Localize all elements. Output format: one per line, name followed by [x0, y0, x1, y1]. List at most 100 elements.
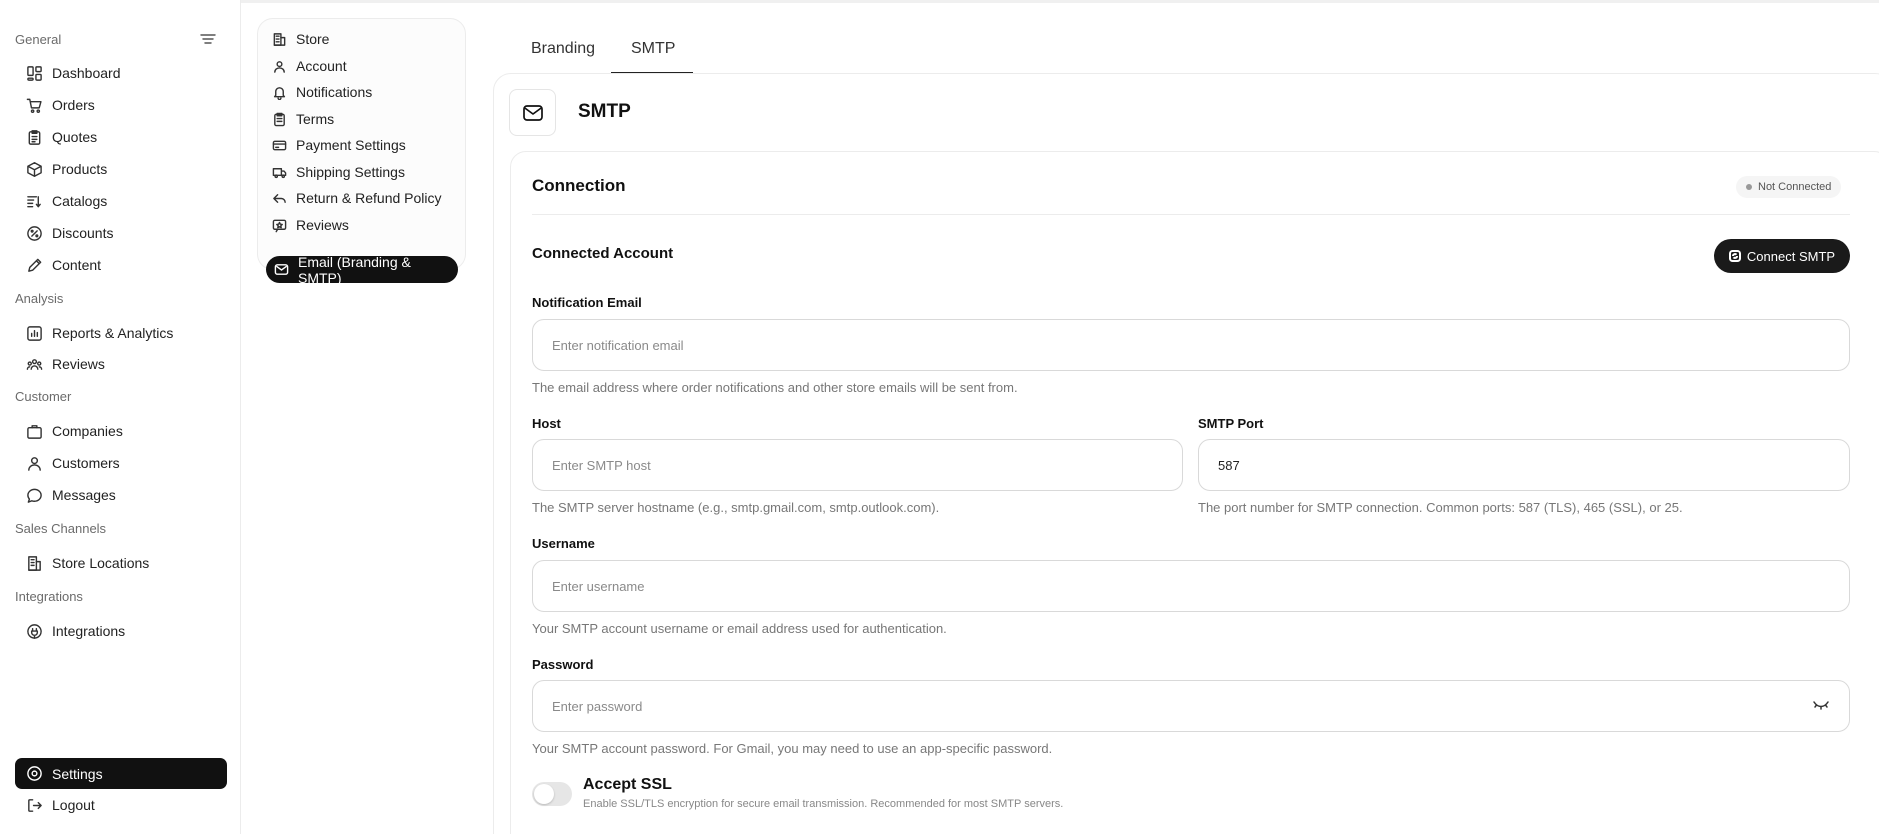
submenu-label: Return & Refund Policy: [296, 190, 442, 206]
submenu-item-shipping[interactable]: Shipping Settings: [272, 161, 405, 183]
pencil-icon: [25, 256, 43, 274]
main-sidebar: General Dashboard Orders Quotes Products…: [0, 0, 241, 834]
notification-email-label: Notification Email: [532, 295, 642, 310]
submenu-label: Account: [296, 58, 347, 74]
sidebar-item-settings[interactable]: Settings: [15, 758, 227, 789]
submenu-label: Payment Settings: [296, 137, 406, 153]
user-icon: [25, 454, 43, 472]
truck-icon: [272, 165, 287, 180]
group-integrations-label: Integrations: [15, 589, 83, 604]
submenu-label: Shipping Settings: [296, 164, 405, 180]
sidebar-item-label: Settings: [52, 765, 103, 782]
store-building-icon: [272, 32, 287, 47]
mail-icon: [274, 262, 289, 277]
username-input[interactable]: [532, 560, 1850, 612]
sidebar-item-content[interactable]: Content: [25, 253, 225, 277]
sidebar-item-label: Content: [52, 257, 102, 273]
submenu-item-reviews[interactable]: Reviews: [272, 214, 349, 236]
users-star-icon: [25, 355, 43, 373]
tab-branding[interactable]: Branding: [531, 40, 595, 58]
refresh-icon: [1728, 250, 1741, 262]
sidebar-item-customers[interactable]: Customers: [25, 451, 225, 475]
bell-icon: [272, 85, 287, 100]
sidebar-item-reviews[interactable]: Reviews: [25, 352, 225, 376]
submenu-item-payment[interactable]: Payment Settings: [272, 134, 406, 156]
sidebar-item-label: Store Locations: [52, 555, 150, 571]
clipboard-icon: [272, 112, 287, 127]
sidebar-item-companies[interactable]: Companies: [25, 419, 225, 443]
port-input[interactable]: [1198, 439, 1850, 491]
group-general-label: General: [15, 32, 62, 47]
status-dot-icon: [1746, 184, 1752, 190]
sidebar-item-dashboard[interactable]: Dashboard: [25, 61, 225, 85]
sidebar-item-label: Messages: [52, 487, 116, 503]
port-help: The port number for SMTP connection. Com…: [1198, 500, 1683, 515]
password-input[interactable]: [532, 680, 1850, 732]
sidebar-item-label: Discounts: [52, 225, 114, 241]
sidebar-item-integrations[interactable]: Integrations: [25, 619, 225, 643]
host-help: The SMTP server hostname (e.g., smtp.gma…: [532, 500, 940, 515]
sidebar-item-reports[interactable]: Reports & Analytics: [25, 321, 225, 345]
sidebar-toggle-icon[interactable]: [199, 32, 217, 46]
notification-email-help: The email address where order notificati…: [532, 380, 1018, 395]
clipboard-icon: [25, 128, 43, 146]
sidebar-item-logout[interactable]: Logout: [25, 793, 225, 817]
settings-icon: [26, 765, 43, 782]
review-star-icon: [272, 218, 287, 233]
username-help: Your SMTP account username or email addr…: [532, 621, 947, 636]
submenu-label: Email (Branding & SMTP): [298, 253, 411, 286]
submenu-item-email[interactable]: Email (Branding & SMTP): [266, 253, 458, 286]
sidebar-item-messages[interactable]: Messages: [25, 483, 225, 507]
connection-title: Connection: [532, 176, 626, 195]
tab-smtp[interactable]: SMTP: [631, 40, 675, 58]
submenu-label: Store: [296, 31, 330, 47]
chart-icon: [25, 324, 43, 342]
host-input[interactable]: [532, 439, 1183, 491]
group-analysis-label: Analysis: [15, 291, 64, 306]
sidebar-item-label: Logout: [52, 797, 95, 813]
accept-ssl-toggle[interactable]: [532, 782, 572, 806]
eye-closed-icon[interactable]: [1812, 698, 1830, 710]
connect-smtp-label: Connect SMTP: [1746, 248, 1836, 264]
discount-icon: [25, 224, 43, 242]
group-customer-label: Customer: [15, 389, 72, 404]
sidebar-item-label: Products: [52, 161, 108, 177]
connect-smtp-button[interactable]: Connect SMTP: [1714, 239, 1850, 273]
connected-account-title: Connected Account: [532, 245, 674, 262]
sidebar-item-catalogs[interactable]: Catalogs: [25, 189, 225, 213]
user-icon: [272, 59, 287, 74]
sidebar-item-orders[interactable]: Orders: [25, 93, 225, 117]
cart-icon: [25, 96, 43, 114]
sidebar-item-products[interactable]: Products: [25, 157, 225, 181]
status-text: Not Connected: [1758, 181, 1832, 193]
logout-icon: [25, 796, 43, 814]
page-title: SMTP: [578, 101, 631, 122]
sidebar-item-label: Reports & Analytics: [52, 325, 174, 341]
notification-email-input[interactable]: [532, 319, 1850, 371]
briefcase-icon: [25, 422, 43, 440]
sidebar-item-label: Orders: [52, 97, 95, 113]
accept-ssl-label: Accept SSL: [583, 776, 672, 793]
submenu-item-account[interactable]: Account: [272, 55, 347, 77]
divider: [532, 214, 1850, 215]
host-label: Host: [532, 416, 561, 431]
submenu-item-refund[interactable]: Return & Refund Policy: [272, 187, 442, 209]
status-badge: Not Connected: [1736, 176, 1842, 198]
submenu-item-store[interactable]: Store: [272, 28, 329, 50]
submenu-label: Terms: [296, 111, 335, 127]
sidebar-item-discounts[interactable]: Discounts: [25, 221, 225, 245]
password-label: Password: [532, 657, 594, 672]
submenu-item-notifications[interactable]: Notifications: [272, 81, 372, 103]
submenu-label: Notifications: [296, 84, 373, 100]
group-sales-channels-label: Sales Channels: [15, 521, 107, 536]
username-label: Username: [532, 536, 595, 551]
sidebar-item-store-locations[interactable]: Store Locations: [25, 551, 225, 575]
password-help: Your SMTP account password. For Gmail, y…: [532, 741, 1053, 756]
sidebar-item-quotes[interactable]: Quotes: [25, 125, 225, 149]
submenu-item-terms[interactable]: Terms: [272, 108, 334, 130]
sidebar-item-label: Quotes: [52, 129, 98, 145]
mail-icon: [509, 89, 556, 136]
port-label: SMTP Port: [1198, 416, 1264, 431]
dashboard-icon: [25, 64, 43, 82]
list-icon: [25, 192, 43, 210]
